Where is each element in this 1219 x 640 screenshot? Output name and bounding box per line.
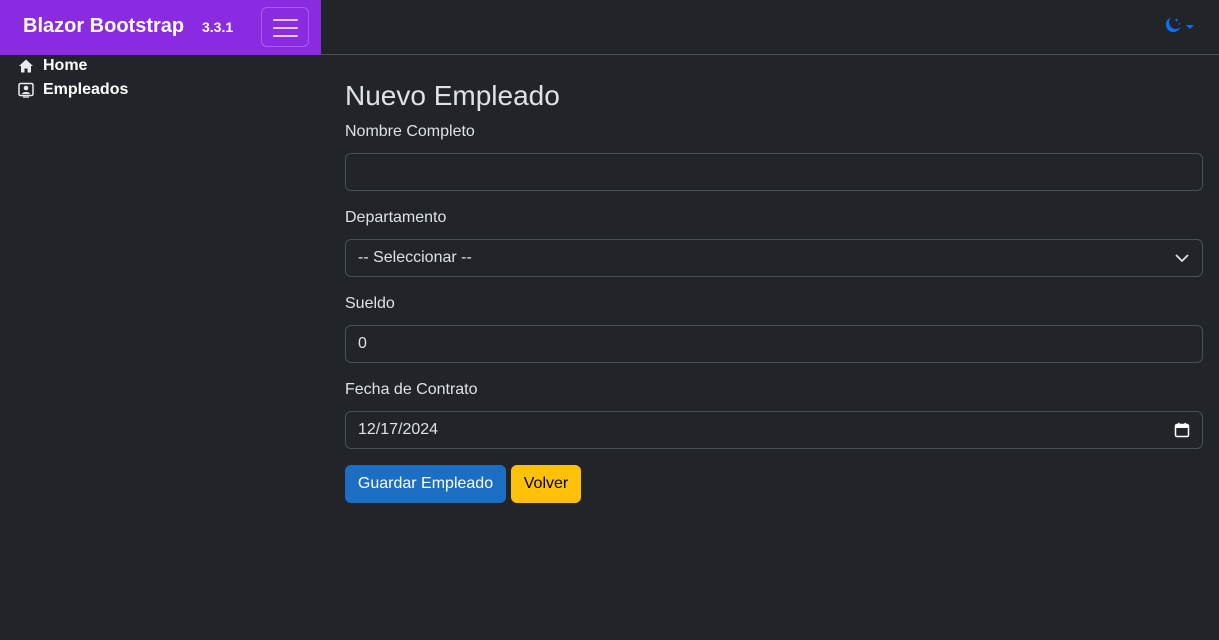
sueldo-label: Sueldo — [345, 295, 395, 312]
sidebar-item-label: Empleados — [43, 81, 129, 98]
sidebar-item-empleados[interactable]: Empleados — [18, 79, 128, 101]
hamburger-line — [273, 19, 298, 21]
sidebar-item-label: Home — [43, 57, 88, 74]
nombre-label: Nombre Completo — [345, 123, 475, 140]
save-employee-button[interactable]: Guardar Empleado — [345, 465, 506, 503]
brand-version: 3.3.1 — [202, 19, 234, 35]
brand-name[interactable]: Blazor Bootstrap — [23, 15, 184, 38]
sueldo-input[interactable]: 0 — [345, 325, 1203, 363]
departamento-label: Departamento — [345, 209, 447, 226]
calendar-icon[interactable] — [1174, 422, 1190, 438]
theme-toggle-button[interactable] — [1164, 16, 1198, 38]
top-navbar: Blazor Bootstrap 3.3.1 — [0, 0, 1219, 55]
hamburger-line — [273, 35, 298, 37]
person-badge-icon — [18, 82, 34, 98]
brand-area: Blazor Bootstrap 3.3.1 — [0, 0, 321, 55]
moon-stars-icon — [1165, 17, 1181, 33]
fecha-date-input[interactable]: 12/17/2024 — [345, 411, 1203, 449]
menu-toggle-button[interactable] — [261, 7, 309, 47]
chevron-down-icon — [1186, 25, 1194, 29]
departamento-select[interactable]: -- Seleccionar -- — [345, 239, 1203, 277]
sidebar-item-home[interactable]: Home — [18, 55, 87, 77]
page-title: Nuevo Empleado — [345, 80, 560, 111]
departamento-value: -- Seleccionar -- — [358, 249, 472, 266]
sidebar: Home Empleados — [0, 55, 321, 640]
back-button[interactable]: Volver — [511, 465, 581, 503]
fecha-label: Fecha de Contrato — [345, 381, 478, 398]
hamburger-line — [273, 27, 298, 29]
nombre-input[interactable] — [345, 153, 1203, 191]
chevron-down-icon — [1175, 254, 1189, 262]
fecha-value: 12/17/2024 — [358, 421, 439, 438]
sueldo-value: 0 — [358, 335, 367, 352]
house-icon — [19, 59, 33, 73]
